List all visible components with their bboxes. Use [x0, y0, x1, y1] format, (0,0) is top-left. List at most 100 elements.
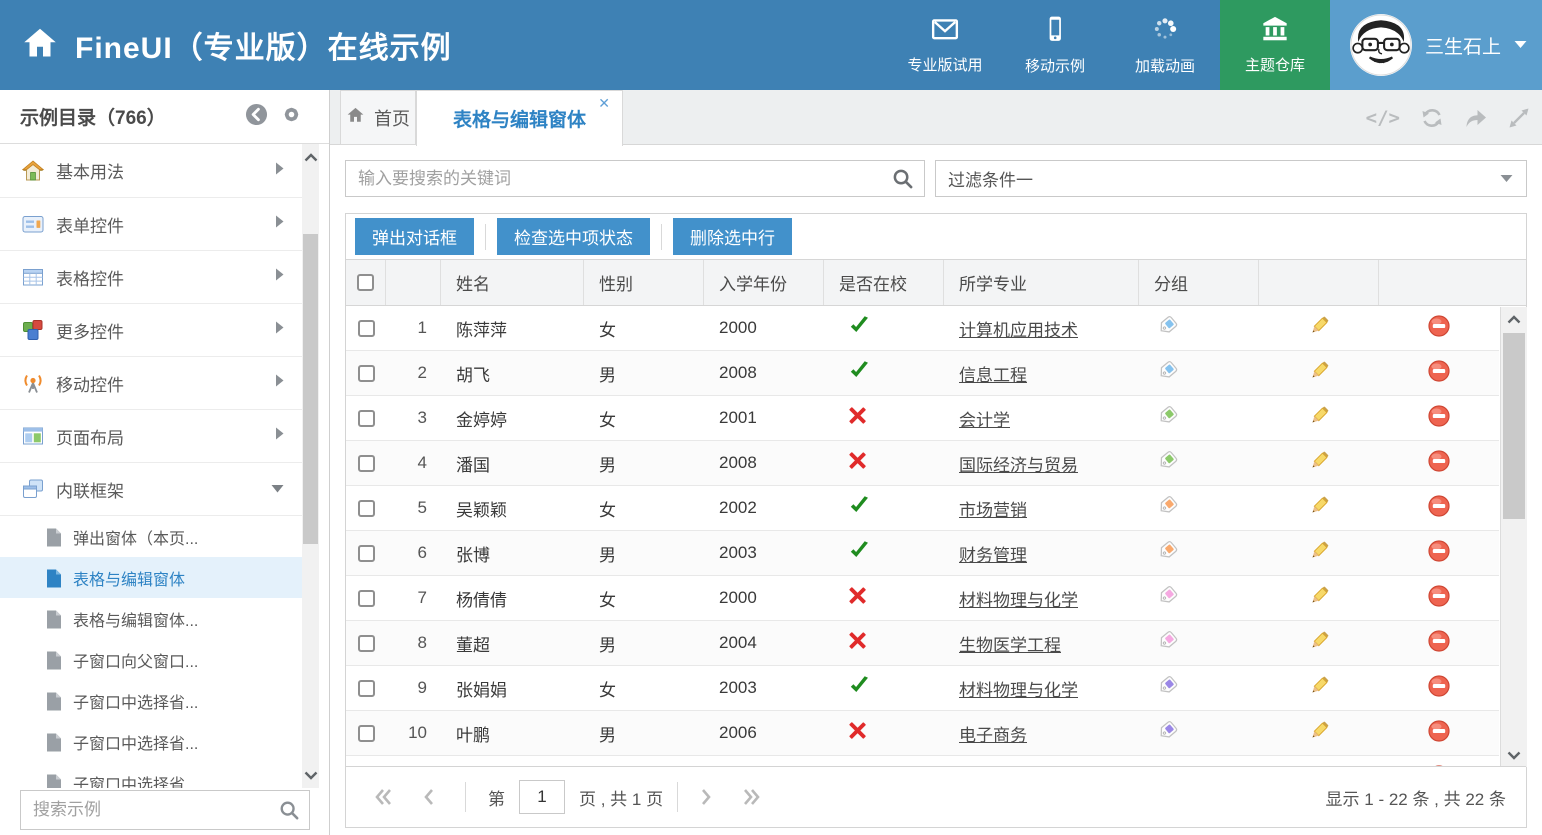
settings-gear-icon[interactable]: [280, 103, 303, 131]
share-icon[interactable]: [1464, 107, 1488, 129]
pencil-icon[interactable]: [1308, 539, 1331, 567]
delete-icon[interactable]: [1428, 540, 1450, 567]
sidebar-search-input[interactable]: [21, 800, 279, 820]
sidebar-item-antenna[interactable]: 移动控件: [0, 356, 302, 409]
sidebar-item-home-colored[interactable]: 基本用法: [0, 144, 302, 197]
tab-home[interactable]: 首页: [340, 90, 416, 145]
delete-icon[interactable]: [1428, 315, 1450, 342]
table-row[interactable]: 9 张娟娟 女 2003 材料物理与化学: [346, 666, 1499, 711]
table-row[interactable]: 8 董超 男 2004 生物医学工程: [346, 621, 1499, 666]
back-circle-icon[interactable]: [245, 103, 268, 131]
expand-icon[interactable]: [1508, 107, 1530, 129]
sidebar-item-layout[interactable]: 页面布局: [0, 409, 302, 462]
delete-icon[interactable]: [1428, 450, 1450, 477]
table-row[interactable]: 4 潘国 男 2008 国际经济与贸易: [346, 441, 1499, 486]
major-link[interactable]: 信息工程: [959, 361, 1027, 386]
delete-icon[interactable]: [1428, 720, 1450, 747]
sidebar-item-form[interactable]: 表单控件: [0, 197, 302, 250]
scroll-up-icon[interactable]: [1501, 307, 1527, 331]
page-last-icon[interactable]: [742, 788, 761, 806]
pencil-icon[interactable]: [1308, 314, 1331, 342]
column-header-group[interactable]: 分组: [1139, 260, 1259, 305]
table-row[interactable]: 5 吴颖颖 女 2002 市场营销: [346, 486, 1499, 531]
pencil-icon[interactable]: [1308, 674, 1331, 702]
row-checkbox[interactable]: [358, 410, 375, 427]
column-header-year[interactable]: 入学年份: [704, 260, 824, 305]
pencil-icon[interactable]: [1308, 359, 1331, 387]
table-row[interactable]: 6 张博 男 2003 财务管理: [346, 531, 1499, 576]
code-icon[interactable]: </>: [1366, 107, 1400, 129]
scroll-up-icon[interactable]: [302, 144, 319, 170]
sidebar-subitem[interactable]: 表格与编辑窗体...: [0, 598, 302, 639]
table-row[interactable]: 3 金婷婷 女 2001 会计学: [346, 396, 1499, 441]
nav-item-envelope[interactable]: 专业版试用: [890, 0, 1000, 90]
scrollbar-thumb[interactable]: [303, 234, 318, 544]
major-link[interactable]: 财务管理: [959, 541, 1027, 566]
row-checkbox[interactable]: [358, 320, 375, 337]
action-button-1[interactable]: 检查选中项状态: [497, 218, 650, 255]
column-header-major[interactable]: 所学专业: [944, 260, 1139, 305]
delete-icon[interactable]: [1428, 675, 1450, 702]
select-all-checkbox[interactable]: [357, 274, 374, 291]
major-link[interactable]: 材料物理与化学: [959, 586, 1078, 611]
row-checkbox[interactable]: [358, 365, 375, 382]
pencil-icon[interactable]: [1308, 719, 1331, 747]
delete-icon[interactable]: [1428, 495, 1450, 522]
nav-item-spinner[interactable]: 加载动画: [1110, 0, 1220, 90]
column-header-name[interactable]: 姓名: [441, 260, 584, 305]
action-button-0[interactable]: 弹出对话框: [355, 218, 474, 255]
nav-item-bank[interactable]: 主题仓库: [1220, 0, 1330, 90]
major-link[interactable]: 计算机应用技术: [959, 316, 1078, 341]
pencil-icon[interactable]: [1308, 404, 1331, 432]
nav-item-mobile[interactable]: 移动示例: [1000, 0, 1110, 90]
sidebar-item-frames[interactable]: 内联框架: [0, 462, 302, 515]
page-next-icon[interactable]: [700, 788, 712, 806]
major-link[interactable]: 材料物理与化学: [959, 676, 1078, 701]
sidebar-subitem[interactable]: 表格与编辑窗体: [0, 557, 302, 598]
sidebar-item-grid[interactable]: 表格控件: [0, 250, 302, 303]
refresh-icon[interactable]: [1420, 106, 1444, 130]
home-icon[interactable]: [22, 25, 58, 66]
row-checkbox[interactable]: [358, 635, 375, 652]
user-menu[interactable]: 三生石上: [1330, 0, 1542, 90]
column-header-gender[interactable]: 性别: [584, 260, 704, 305]
pencil-icon[interactable]: [1308, 629, 1331, 657]
sidebar-subitem[interactable]: 子窗口中选择省...: [0, 721, 302, 762]
scrollbar-thumb[interactable]: [1503, 333, 1525, 519]
table-row[interactable]: 11 叶晓晓 女 2002 管理学: [346, 756, 1499, 766]
tab-grid-edit-window[interactable]: 表格与编辑窗体 ✕: [416, 90, 623, 146]
table-row[interactable]: 7 杨倩倩 女 2000 材料物理与化学: [346, 576, 1499, 621]
table-row[interactable]: 10 叶鹏 男 2006 电子商务: [346, 711, 1499, 756]
row-checkbox[interactable]: [358, 590, 375, 607]
major-link[interactable]: 会计学: [959, 406, 1010, 431]
sidebar-item-cubes[interactable]: 更多控件: [0, 303, 302, 356]
sidebar-subitem[interactable]: 子窗口向父窗口...: [0, 639, 302, 680]
delete-icon[interactable]: [1428, 405, 1450, 432]
row-checkbox[interactable]: [358, 500, 375, 517]
table-row[interactable]: 1 陈萍萍 女 2000 计算机应用技术: [346, 306, 1499, 351]
page-first-icon[interactable]: [374, 788, 393, 806]
major-link[interactable]: 市场营销: [959, 496, 1027, 521]
sidebar-subitem[interactable]: 子窗口中选择省...: [0, 680, 302, 721]
scroll-down-icon[interactable]: [1501, 743, 1527, 767]
row-checkbox[interactable]: [358, 455, 375, 472]
search-icon[interactable]: [892, 168, 913, 189]
search-icon[interactable]: [279, 800, 299, 820]
major-link[interactable]: 电子商务: [959, 721, 1027, 746]
page-prev-icon[interactable]: [423, 788, 435, 806]
action-button-2[interactable]: 删除选中行: [673, 218, 792, 255]
delete-icon[interactable]: [1428, 585, 1450, 612]
filter-dropdown[interactable]: 过滤条件一: [935, 160, 1527, 197]
pencil-icon[interactable]: [1308, 449, 1331, 477]
sidebar-subitem[interactable]: 弹出窗体（本页...: [0, 516, 302, 557]
table-scrollbar[interactable]: [1500, 307, 1527, 767]
keyword-search-input[interactable]: [346, 169, 892, 189]
close-icon[interactable]: ✕: [598, 96, 610, 110]
major-link[interactable]: 生物医学工程: [959, 631, 1061, 656]
scroll-down-icon[interactable]: [302, 762, 319, 788]
pencil-icon[interactable]: [1308, 494, 1331, 522]
page-number-input[interactable]: [519, 780, 565, 814]
column-header-enrolled[interactable]: 是否在校: [824, 260, 944, 305]
sidebar-scrollbar[interactable]: [302, 144, 319, 788]
row-checkbox[interactable]: [358, 680, 375, 697]
